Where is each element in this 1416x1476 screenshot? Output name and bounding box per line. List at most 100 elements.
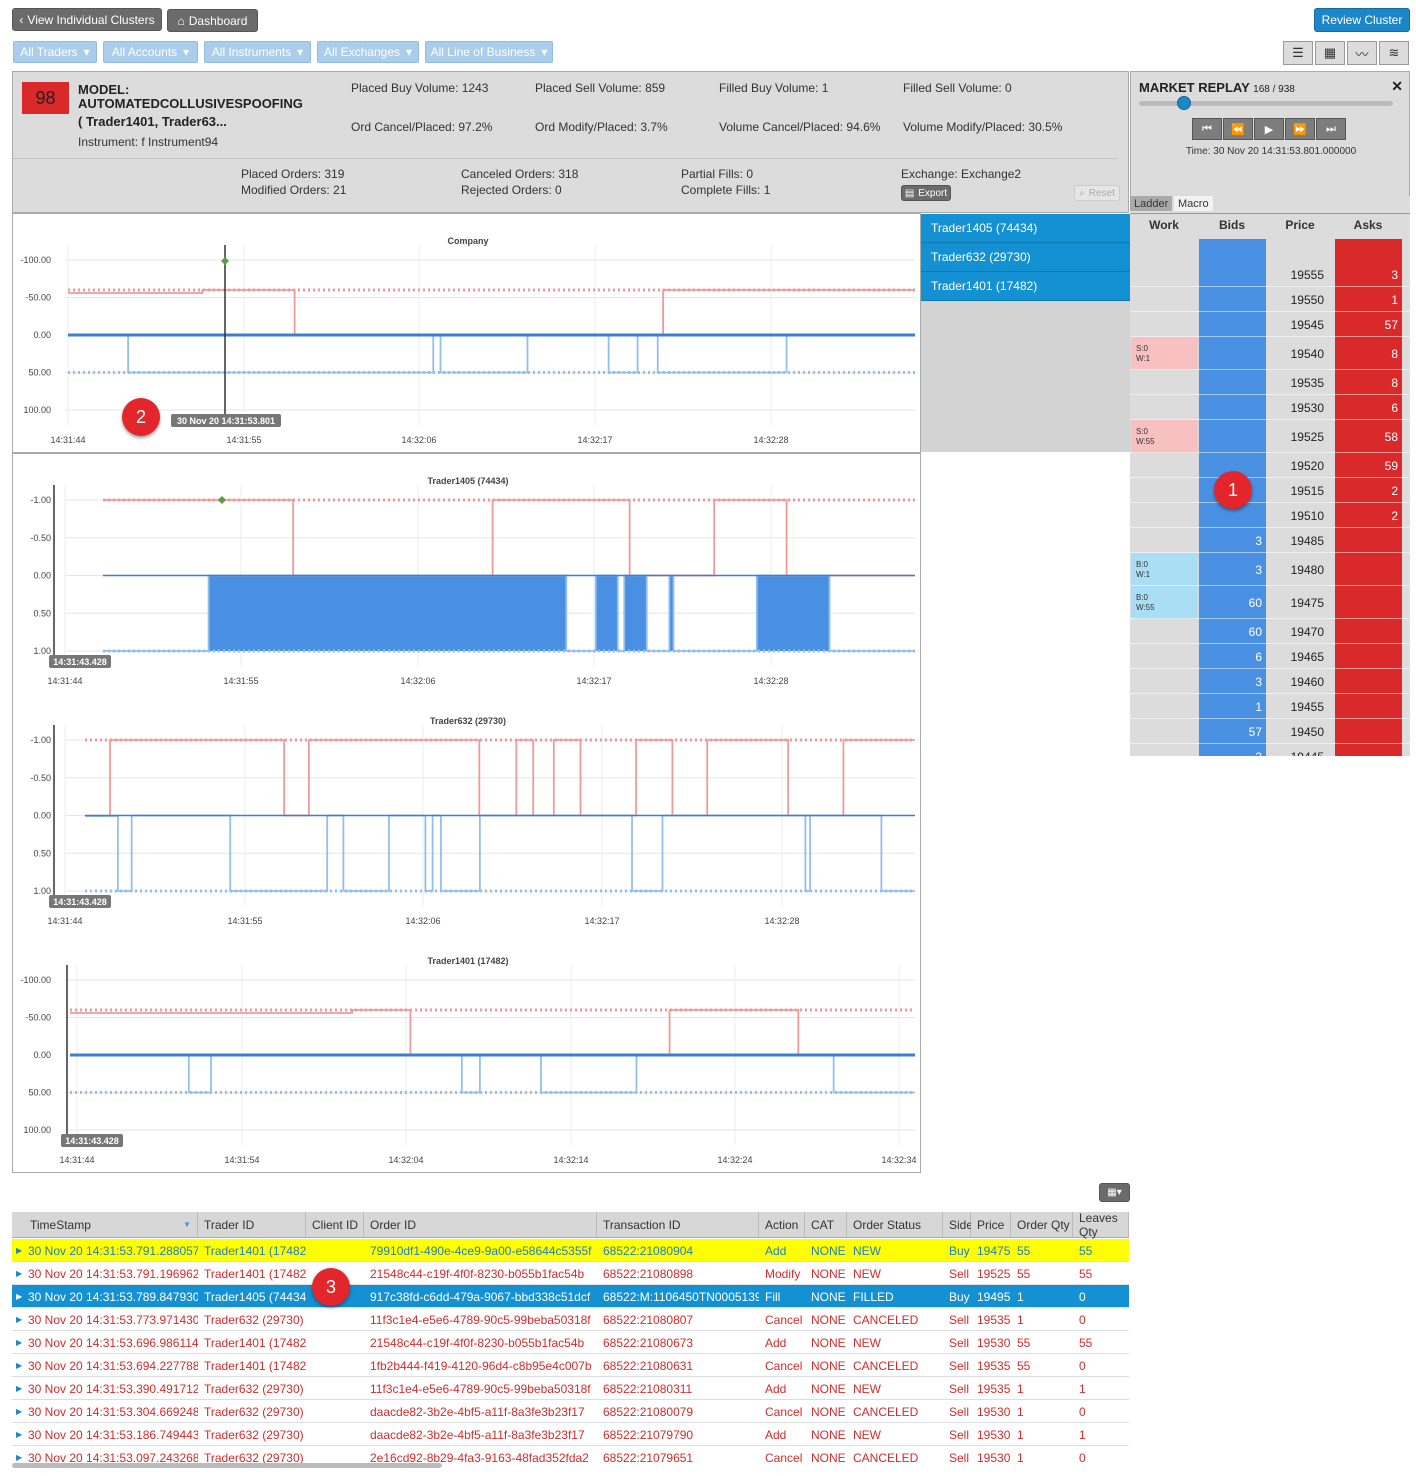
ladder-price-cell[interactable]: 19475 <box>1266 586 1334 619</box>
ladder-price-cell[interactable]: 19465 <box>1266 644 1334 669</box>
filter-line-of-business[interactable]: All Line of Business ▾ <box>425 41 553 63</box>
expand-row-icon[interactable]: ▶ <box>12 1354 26 1377</box>
ladder-price-cell[interactable]: 19515 <box>1266 478 1334 503</box>
layers-icon[interactable]: ≋ <box>1379 41 1409 65</box>
table-row[interactable]: ▶ 30 Nov 20 14:31:53.694.227788 Trader1401… <box>12 1354 1129 1377</box>
skip-end-icon[interactable]: ⏭ <box>1316 118 1346 140</box>
expand-row-icon[interactable]: ▶ <box>12 1285 26 1308</box>
table-row[interactable]: ▶ 30 Nov 20 14:31:53.390.491712 Trader632 … <box>12 1377 1129 1400</box>
ladder-ask-cell[interactable]: 2 <box>1335 478 1402 503</box>
ladder-bid-cell[interactable] <box>1199 395 1266 420</box>
ladder-bid-cell[interactable]: 60 <box>1199 619 1266 644</box>
expand-row-icon[interactable]: ▶ <box>12 1239 26 1262</box>
table-row[interactable]: ▶ 30 Nov 20 14:31:53.773.971430 Trader632 … <box>12 1308 1129 1331</box>
ladder-ask-cell[interactable]: 58 <box>1335 420 1402 453</box>
ladder-ask-cell[interactable]: 6 <box>1335 395 1402 420</box>
rewind-icon[interactable]: ⏪ <box>1223 118 1253 140</box>
ladder-ask-cell[interactable] <box>1335 669 1402 694</box>
ladder-price-cell[interactable]: 19550 <box>1266 287 1334 312</box>
ladder-ask-cell[interactable] <box>1335 744 1402 756</box>
table-header-trader-id[interactable]: Trader ID <box>198 1212 306 1238</box>
ladder-bid-cell[interactable]: 3 <box>1199 744 1266 757</box>
expand-row-icon[interactable]: ▶ <box>12 1446 26 1464</box>
ladder-ask-cell[interactable] <box>1335 719 1402 744</box>
ladder-price-cell[interactable]: 19535 <box>1266 370 1334 395</box>
ladder-ask-cell[interactable] <box>1335 619 1402 644</box>
tab-macro[interactable]: Macro <box>1174 196 1213 211</box>
tab-ladder[interactable]: Ladder <box>1130 196 1173 211</box>
ladder-ask-cell[interactable]: 3 <box>1335 262 1402 287</box>
trader-item-1405[interactable]: Trader1405 (74434) <box>921 214 1130 243</box>
ladder-ask-cell[interactable]: 59 <box>1335 453 1402 478</box>
trader-item-1401[interactable]: Trader1401 (17482) <box>921 272 1130 301</box>
table-header-price[interactable]: Price <box>971 1212 1011 1238</box>
column-chooser-icon[interactable]: ▦▾ <box>1099 1183 1130 1202</box>
table-header-action[interactable]: Action <box>759 1212 805 1238</box>
ladder-ask-cell[interactable] <box>1335 528 1402 553</box>
ladder-bid-cell[interactable]: 60 <box>1199 586 1266 619</box>
ladder-price-cell[interactable]: 19520 <box>1266 453 1334 478</box>
fast-forward-icon[interactable]: ⏩ <box>1285 118 1315 140</box>
ladder-bid-cell[interactable]: 3 <box>1199 553 1266 586</box>
trader1401-chart[interactable]: Trader1401 (17482) -100.00 -50.00 0.00 50.00… <box>13 934 920 1174</box>
ladder-bid-cell[interactable] <box>1199 337 1266 370</box>
ladder-price-cell[interactable]: 19470 <box>1266 619 1334 644</box>
expand-row-icon[interactable]: ▶ <box>12 1262 26 1285</box>
table-header-timestamp[interactable]: TimeStamp ▼ <box>12 1212 198 1238</box>
export-button[interactable]: ▤ Export <box>901 185 951 201</box>
ladder-bid-cell[interactable]: 3 <box>1199 528 1266 553</box>
ladder-ask-cell[interactable]: 8 <box>1335 370 1402 395</box>
table-header-cat[interactable]: CAT <box>805 1212 847 1238</box>
skip-start-icon[interactable]: ⏮ <box>1192 118 1222 140</box>
chart-view-icon[interactable]: 〰 <box>1347 41 1377 65</box>
filter-accounts[interactable]: All Accounts ▾ <box>103 41 198 63</box>
filter-instruments[interactable]: All Instruments ▾ <box>204 41 311 63</box>
table-scrollbar[interactable] <box>12 1463 442 1468</box>
table-row[interactable]: ▶ 30 Nov 20 14:31:53.097.243268 Trader632 … <box>12 1446 1129 1464</box>
expand-row-icon[interactable]: ▶ <box>12 1308 26 1331</box>
ladder-bid-cell[interactable] <box>1199 262 1266 287</box>
filter-exchanges[interactable]: All Exchanges ▾ <box>317 41 419 63</box>
table-row[interactable]: ▶ 30 Nov 20 14:31:53.696.986114 Trader1401… <box>12 1331 1129 1354</box>
dashboard-button[interactable]: ⌂ Dashboard <box>167 9 258 32</box>
ladder-price-cell[interactable]: 19480 <box>1266 553 1334 586</box>
ladder-price-cell[interactable]: 19455 <box>1266 694 1334 719</box>
table-row[interactable]: ▶ 30 Nov 20 14:31:53.791.288057 Trader1401… <box>12 1239 1129 1262</box>
trader-item-632[interactable]: Trader632 (29730) <box>921 243 1130 272</box>
ladder-bid-cell[interactable]: 6 <box>1199 644 1266 669</box>
close-icon[interactable]: ✕ <box>1391 78 1403 95</box>
ladder-price-cell[interactable]: 19485 <box>1266 528 1334 553</box>
ladder-bid-cell[interactable]: 57 <box>1199 719 1266 744</box>
table-row[interactable]: ▶ 30 Nov 20 14:31:53.789.847930 Trader1405… <box>12 1285 1129 1308</box>
ladder-ask-cell[interactable] <box>1335 694 1402 719</box>
expand-row-icon[interactable]: ▶ <box>12 1377 26 1400</box>
play-icon[interactable]: ▶ <box>1254 118 1284 140</box>
ladder-ask-cell[interactable] <box>1335 644 1402 669</box>
ladder-bid-cell[interactable] <box>1199 312 1266 337</box>
ladder-ask-cell[interactable]: 1 <box>1335 287 1402 312</box>
table-row[interactable]: ▶ 30 Nov 20 14:31:53.304.669248 Trader632 … <box>12 1400 1129 1423</box>
ladder-price-cell[interactable]: 19530 <box>1266 395 1334 420</box>
reset-button[interactable]: ⌕ Reset <box>1074 185 1120 201</box>
ladder-price-cell[interactable]: 19460 <box>1266 669 1334 694</box>
review-cluster-button[interactable]: Review Cluster <box>1314 8 1410 32</box>
ladder-bid-cell[interactable]: 3 <box>1199 669 1266 694</box>
ladder-ask-cell[interactable]: 57 <box>1335 312 1402 337</box>
table-header-transaction-id[interactable]: Transaction ID <box>597 1212 759 1238</box>
filter-traders[interactable]: All Traders ▾ <box>13 41 97 63</box>
ladder-price-cell[interactable]: 19450 <box>1266 719 1334 744</box>
table-header-order-qty[interactable]: Order Qty <box>1011 1212 1073 1238</box>
trader632-chart[interactable]: Trader632 (29730)-1.00-0.500.000.501.001… <box>13 694 920 934</box>
ladder-bid-cell[interactable] <box>1199 420 1266 453</box>
view-clusters-button[interactable]: ‹ View Individual Clusters <box>12 8 162 31</box>
table-header-order-id[interactable]: Order ID <box>364 1212 597 1238</box>
ladder-ask-cell[interactable]: 8 <box>1335 337 1402 370</box>
ladder-bid-cell[interactable]: 1 <box>1199 694 1266 719</box>
expand-row-icon[interactable]: ▶ <box>12 1331 26 1354</box>
ladder-price-cell[interactable]: 19510 <box>1266 503 1334 528</box>
ladder-price-cell[interactable]: 19525 <box>1266 420 1334 453</box>
table-header-order-status[interactable]: Order Status <box>847 1212 943 1238</box>
grid-view-icon[interactable]: ▦ <box>1315 41 1345 65</box>
ladder-bid-cell[interactable] <box>1199 287 1266 312</box>
ladder-bid-cell[interactable] <box>1199 370 1266 395</box>
